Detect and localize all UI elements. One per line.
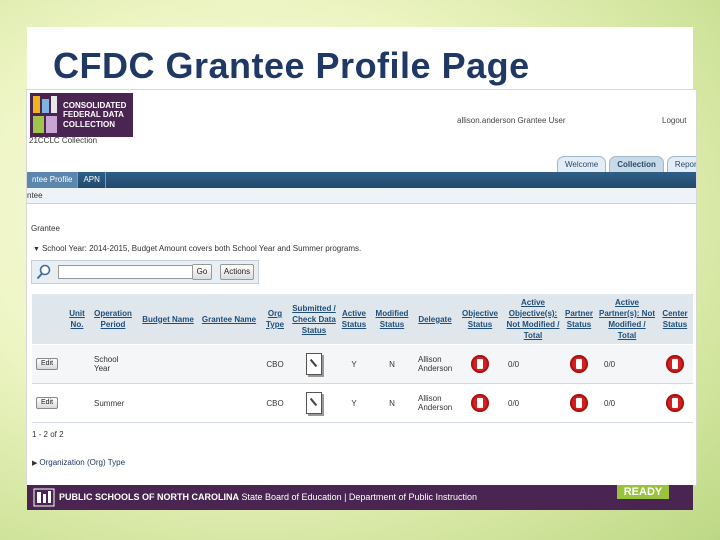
- search-toolbar: Go Actions: [31, 260, 259, 284]
- org-type-label: Organization (Org) Type: [39, 458, 126, 467]
- col-org-type[interactable]: Org Type: [260, 294, 290, 344]
- cell-org-type: CBO: [266, 398, 284, 408]
- status-stop-icon[interactable]: [570, 394, 588, 412]
- main-tabs: Welcome Collection Reports: [557, 156, 696, 172]
- sub-navigation: ntee Profile APN: [27, 172, 696, 188]
- cell-grantee-name: [200, 384, 258, 422]
- footer-bar: PUBLIC SCHOOLS OF NORTH CAROLINA State B…: [27, 485, 693, 510]
- breadcrumb-bar: ntee: [27, 188, 696, 204]
- cell-delegate: Allison Anderson: [418, 355, 453, 373]
- page-heading: Grantee: [31, 224, 60, 233]
- table-row: Edit School Year CBO Y N Allison Anderso…: [32, 345, 693, 384]
- nav-grantee-profile[interactable]: ntee Profile: [27, 172, 79, 188]
- cell-operation-period: Summer: [94, 398, 125, 408]
- edit-button[interactable]: Edit: [36, 358, 58, 370]
- cell-grantee-name: [200, 345, 258, 383]
- org-type-section[interactable]: ▶ Organization (Org) Type: [32, 458, 125, 467]
- tab-welcome[interactable]: Welcome: [557, 156, 607, 172]
- ready-badge: READY: [617, 485, 669, 499]
- col-operation-period[interactable]: Operation Period: [92, 294, 134, 344]
- cell-budget-name: [138, 384, 198, 422]
- col-delegate[interactable]: Delegate: [414, 294, 456, 344]
- cell-active-status: Y: [351, 359, 357, 369]
- search-input[interactable]: [58, 265, 194, 279]
- status-stop-icon[interactable]: [570, 355, 588, 373]
- logout-link[interactable]: Logout: [662, 116, 686, 125]
- col-submitted-status[interactable]: Submitted / Check Data Status: [292, 294, 336, 344]
- cell-budget-name: [138, 345, 198, 383]
- user-label: allison.anderson Grantee User: [457, 116, 566, 125]
- cell-objectives: 0/0: [508, 359, 520, 369]
- app-name: 21CCLC Collection: [29, 136, 98, 145]
- col-grantee-name[interactable]: Grantee Name: [200, 294, 258, 344]
- col-active-objectives[interactable]: Active Objective(s): Not Modified / Tota…: [504, 294, 562, 344]
- cell-delegate: Allison Anderson: [418, 394, 453, 412]
- breadcrumb: ntee: [27, 191, 43, 200]
- document-icon[interactable]: [306, 392, 322, 414]
- col-center-status[interactable]: Center Status: [658, 294, 692, 344]
- nav-apn[interactable]: APN: [78, 172, 106, 188]
- col-modified-status[interactable]: Modified Status: [372, 294, 412, 344]
- cell-partners: 0/0: [604, 359, 616, 369]
- col-budget-name[interactable]: Budget Name: [138, 294, 198, 344]
- program-summary: ▼ School Year: 2014-2015, Budget Amount c…: [33, 244, 361, 253]
- edit-button[interactable]: Edit: [36, 397, 58, 409]
- tab-collection[interactable]: Collection: [609, 156, 664, 172]
- slide-title: CFDC Grantee Profile Page: [53, 45, 530, 86]
- col-partner-status[interactable]: Partner Status: [564, 294, 594, 344]
- status-stop-icon[interactable]: [666, 394, 684, 412]
- cell-objectives: 0/0: [508, 398, 520, 408]
- status-stop-icon[interactable]: [666, 355, 684, 373]
- table-row: Edit Summer CBO Y N Allison Anderson 0/0…: [32, 384, 693, 423]
- cell-operation-period: School Year: [94, 355, 119, 373]
- col-active-status[interactable]: Active Status: [338, 294, 370, 344]
- cell-partners: 0/0: [604, 398, 616, 408]
- expand-triangle-icon[interactable]: ▼: [33, 246, 40, 253]
- app-screenshot: CONSOLIDATED FEDERAL DATA COLLECTION 21C…: [27, 90, 696, 485]
- nc-seal-icon: [33, 488, 55, 507]
- col-objective-status[interactable]: Objective Status: [458, 294, 502, 344]
- col-unit-no[interactable]: Unit No.: [65, 294, 89, 344]
- cfdc-logo: CONSOLIDATED FEDERAL DATA COLLECTION: [30, 93, 133, 137]
- status-stop-icon[interactable]: [471, 394, 489, 412]
- logo-line: COLLECTION: [63, 119, 115, 129]
- go-button[interactable]: Go: [192, 264, 212, 280]
- actions-button[interactable]: Actions: [220, 264, 254, 280]
- cell-modified-status: N: [389, 359, 395, 369]
- footer-dept-text: State Board of Education | Department of…: [241, 492, 477, 502]
- cell-org-type: CBO: [266, 359, 284, 369]
- col-active-partners[interactable]: Active Partner(s): Not Modified / Total: [598, 294, 656, 344]
- search-icon[interactable]: [36, 264, 52, 280]
- cell-active-status: Y: [351, 398, 357, 408]
- logo-line: CONSOLIDATED: [63, 100, 127, 110]
- footer-org-name: PUBLIC SCHOOLS OF NORTH CAROLINA: [59, 492, 239, 502]
- document-icon[interactable]: [306, 353, 322, 375]
- program-text: School Year: 2014-2015, Budget Amount co…: [41, 244, 362, 253]
- logo-line: FEDERAL DATA: [63, 110, 124, 120]
- tab-reports[interactable]: Reports: [666, 156, 696, 172]
- expand-triangle-icon[interactable]: ▶: [32, 460, 37, 467]
- pagination-count: 1 - 2 of 2: [32, 430, 64, 439]
- cell-modified-status: N: [389, 398, 395, 408]
- table-header: Unit No. Operation Period Budget Name Gr…: [32, 294, 693, 344]
- logo-icon: [33, 95, 59, 135]
- status-stop-icon[interactable]: [471, 355, 489, 373]
